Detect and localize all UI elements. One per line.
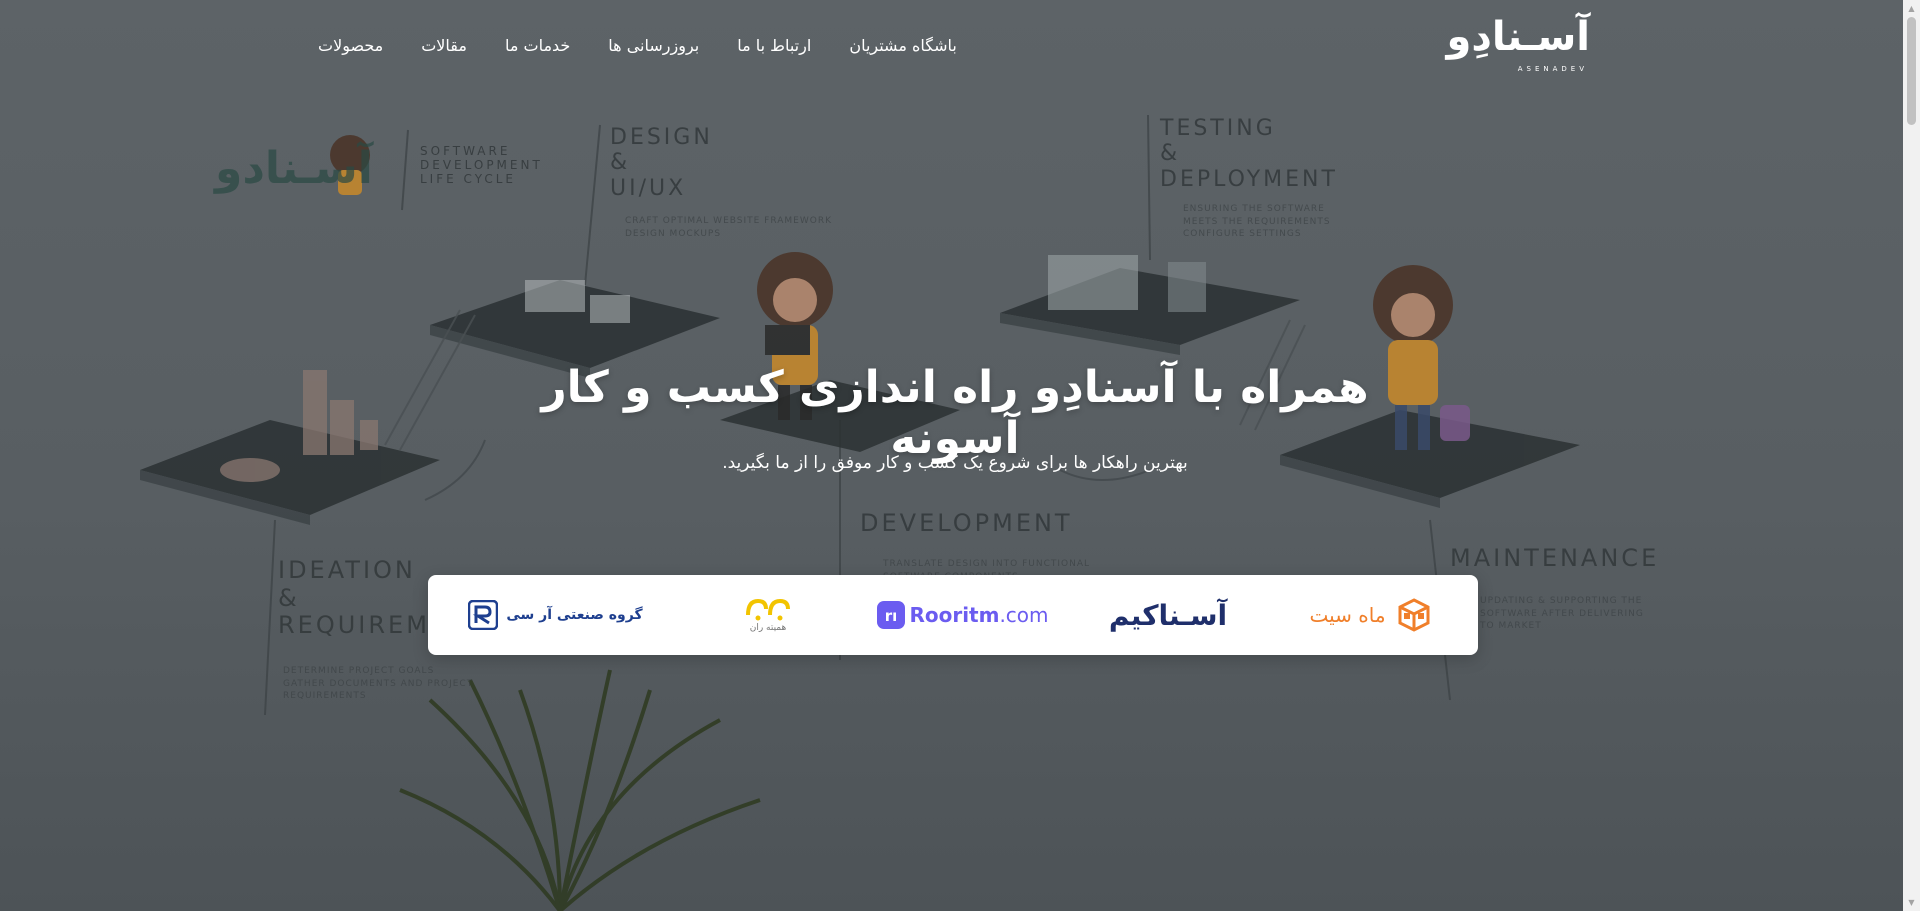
page-scrollbar[interactable]: ▲ ▼ (1903, 0, 1920, 911)
logo-latin-text: ASENADEV (1517, 65, 1588, 73)
partner-rooritm-label: Rooritm (909, 603, 1000, 627)
partner-rc-group[interactable]: گروه صنعتی آر سی (468, 575, 643, 655)
sdlc-caption: SOFTWARE DEVELOPMENT LIFE CYCLE (420, 144, 543, 186)
stage-ideation-title: IDEATION & REQUIREM (278, 556, 430, 640)
site-logo[interactable]: آسـنادِو ASENADEV (1447, 14, 1591, 78)
hamite-logo-icon (746, 598, 790, 621)
logo-wordmark: آسـنادِو (1446, 14, 1591, 60)
svg-text:rı: rı (885, 607, 898, 625)
stage-design-title: DESIGN & UI/UX (610, 125, 713, 201)
partner-hamite[interactable]: همیته ران (718, 575, 818, 655)
nav-contact[interactable]: ارتباط با ما (737, 36, 811, 55)
main-nav: محصولات مقالات خدمات ما بروزرسانی ها ارت… (318, 36, 957, 55)
scroll-thumb[interactable] (1907, 17, 1916, 125)
hero-title: همراه با آسنادِو راه اندازی کسب و کار آس… (541, 362, 1369, 464)
box-icon (1398, 598, 1430, 632)
background-logo: آسـنادو (215, 143, 373, 194)
partner-rc-group-label: گروه صنعتی آر سی (506, 607, 643, 623)
nav-updates[interactable]: بروزرسانی ها (608, 36, 699, 55)
stage-testing-title: TESTING & DEPLOYMENT (1160, 116, 1338, 192)
nav-products[interactable]: محصولات (318, 36, 383, 55)
stage-design-note: CRAFT OPTIMAL WEBSITE FRAMEWORK DESIGN M… (625, 216, 832, 239)
partner-hamite-label: همیته ران (749, 623, 787, 633)
partner-asenakim[interactable]: آسـناکیم (1088, 575, 1248, 655)
stage-ideation-note: DETERMINE PROJECT GOALS GATHER DOCUMENTS… (283, 666, 474, 702)
scroll-up-icon[interactable]: ▲ (1903, 0, 1920, 17)
partner-asenakim-label: آسـناکیم (1108, 598, 1228, 632)
nav-articles[interactable]: مقالات (421, 36, 467, 55)
partner-rooritm-suffix: .com (999, 603, 1049, 627)
stage-testing-note: ENSURING THE SOFTWARE MEETS THE REQUIREM… (1183, 204, 1331, 240)
partner-mahsite[interactable]: ماه سیت (1283, 575, 1458, 655)
stage-maintenance-title: MAINTENANCE (1450, 544, 1660, 572)
rooritm-logo-icon: rı (877, 601, 906, 629)
partner-rooritm[interactable]: rı Rooritm .com (868, 575, 1058, 655)
nav-customer-club[interactable]: باشگاه مشتریان (849, 36, 957, 55)
rc-logo-icon (468, 600, 499, 630)
stage-development-title: DEVELOPMENT (860, 509, 1073, 537)
partner-mahsite-label: ماه سیت (1309, 603, 1386, 627)
hero-subtitle: بهترین راهکار ها برای شروع یک کسب و کار … (722, 453, 1188, 473)
stage-maintenance-note: UPDATING & SUPPORTING THE SOFTWARE AFTER… (1480, 596, 1644, 632)
site-header: محصولات مقالات خدمات ما بروزرسانی ها ارت… (0, 0, 1903, 96)
partners-bar: ماه سیت آسـناکیم rı Rooritm .com همیته را… (428, 575, 1478, 655)
nav-services[interactable]: خدمات ما (505, 36, 570, 55)
scroll-down-icon[interactable]: ▼ (1903, 894, 1920, 911)
